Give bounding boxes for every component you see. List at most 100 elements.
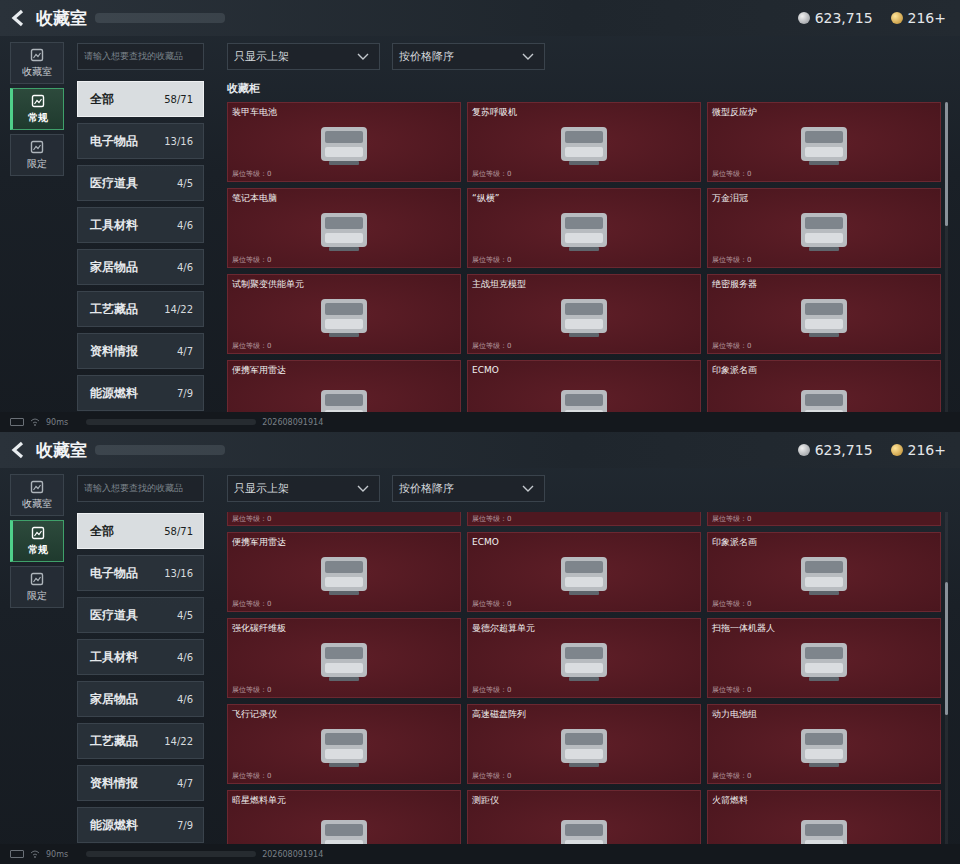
item-card[interactable]: 暗星燃料单元: [227, 790, 461, 844]
category-item[interactable]: 电子物品13/16: [77, 555, 204, 591]
rail-label: 限定: [27, 589, 47, 603]
item-card[interactable]: 展位等级：0: [707, 512, 941, 526]
booth-level: 展位等级：0: [472, 515, 511, 524]
booth-level: 展位等级：0: [472, 170, 696, 179]
item-icon: [789, 551, 859, 597]
rail-item[interactable]: 限定: [10, 134, 64, 176]
category-item[interactable]: 医疗道具4/5: [77, 165, 204, 201]
item-card[interactable]: 便携军用雷达: [227, 360, 461, 412]
timestamp: 202608091914: [262, 418, 323, 427]
tab-icon: [30, 480, 44, 494]
dropdown-label: 按价格降序: [399, 49, 454, 64]
item-card[interactable]: 万金泪冠展位等级：0: [707, 188, 941, 268]
rail-label: 收藏室: [22, 65, 52, 79]
category-label: 能源燃料: [90, 817, 138, 834]
filter-dropdown[interactable]: 只显示上架: [227, 43, 380, 70]
filter-dropdown[interactable]: 按价格降序: [392, 475, 545, 502]
category-item[interactable]: 工艺藏品14/22: [77, 291, 204, 327]
item-name: 绝密服务器: [712, 278, 936, 290]
tab-icon: [30, 48, 44, 62]
scrollbar[interactable]: [945, 102, 948, 412]
tab-icon: [31, 526, 45, 540]
filter-dropdown[interactable]: 只显示上架: [227, 475, 380, 502]
item-card[interactable]: ECMO展位等级：0: [467, 532, 701, 612]
category-item[interactable]: 工具材料4/6: [77, 639, 204, 675]
category-item[interactable]: 资料情报 4/7: [77, 333, 204, 369]
rail-item[interactable]: 收藏室: [10, 474, 64, 516]
scroll-thumb[interactable]: [945, 582, 948, 715]
filter-dropdown[interactable]: 按价格降序: [392, 43, 545, 70]
item-card[interactable]: ECMO: [467, 360, 701, 412]
item-card[interactable]: 试制聚变供能单元展位等级：0: [227, 274, 461, 354]
back-arrow-icon[interactable]: [10, 9, 28, 27]
item-name: 飞行记录仪: [232, 708, 456, 720]
rail-item[interactable]: 收藏室: [10, 42, 64, 84]
category-label: 工具材料: [90, 649, 138, 666]
item-card[interactable]: 扫拖一体机器人展位等级：0: [707, 618, 941, 698]
category-item[interactable]: 家居物品4/6: [77, 249, 204, 285]
category-count: 7/9: [177, 388, 193, 399]
item-card[interactable]: 装甲车电池展位等级：0: [227, 102, 461, 182]
item-card[interactable]: 测距仪: [467, 790, 701, 844]
category-item[interactable]: 工具材料4/6: [77, 207, 204, 243]
scroll-thumb[interactable]: [945, 102, 948, 226]
item-card[interactable]: 印象派名画展位等级：0: [707, 532, 941, 612]
search-field[interactable]: 请输入想要查找的收藏品: [77, 475, 204, 502]
category-item[interactable]: 全部58/71: [77, 513, 204, 549]
page-title: 收藏室: [36, 439, 87, 462]
scrollbar[interactable]: [945, 512, 948, 844]
item-card[interactable]: 展位等级：0: [227, 512, 461, 526]
booth-level: 展位等级：0: [232, 170, 456, 179]
item-name: 微型反应炉: [712, 106, 936, 118]
item-card[interactable]: 笔记本电脑展位等级：0: [227, 188, 461, 268]
booth-level: 展位等级：0: [472, 686, 696, 695]
item-picture: [712, 118, 936, 170]
rail-item[interactable]: 常规: [10, 88, 64, 130]
item-card[interactable]: 主战坦克模型展位等级：0: [467, 274, 701, 354]
category-column: 请输入想要查找的收藏品全部58/71电子物品13/16医疗道具4/5工具材料4/…: [77, 474, 204, 844]
item-icon: [789, 207, 859, 253]
item-card[interactable]: 曼德尔超算单元展位等级：0: [467, 618, 701, 698]
wifi-icon: [30, 850, 40, 858]
category-label: 资料情报: [90, 343, 138, 360]
chevron-down-icon: [522, 53, 534, 61]
item-picture: [472, 634, 696, 686]
rail-item[interactable]: 限定: [10, 566, 64, 608]
category-item[interactable]: 工艺藏品14/22: [77, 723, 204, 759]
category-list: 全部58/71 电子物品13/16 医疗道具4/5 工具材料4/6 家居物品4/6 工艺藏…: [77, 81, 204, 411]
item-card[interactable]: 强化碳纤维板展位等级：0: [227, 618, 461, 698]
rail-item[interactable]: 常规: [10, 520, 64, 562]
item-card[interactable]: 绝密服务器展位等级：0: [707, 274, 941, 354]
id-blur: [86, 851, 256, 857]
item-card[interactable]: 便携军用雷达展位等级：0: [227, 532, 461, 612]
item-card[interactable]: “纵横”展位等级：0: [467, 188, 701, 268]
category-item[interactable]: 电子物品13/16: [77, 123, 204, 159]
category-count: 58/71: [164, 526, 193, 537]
booth-level: 展位等级：0: [712, 342, 936, 351]
item-icon: [789, 814, 859, 845]
category-item[interactable]: 能源燃料7/9: [77, 807, 204, 843]
search-field[interactable]: 请输入想要查找的收藏品: [77, 43, 204, 70]
item-picture: [712, 806, 936, 844]
item-card[interactable]: 微型反应炉展位等级：0: [707, 102, 941, 182]
category-item[interactable]: 资料情报4/7: [77, 765, 204, 801]
category-item[interactable]: 能源燃料7/9: [77, 375, 204, 411]
category-count: 4/7: [177, 346, 193, 357]
back-arrow-icon[interactable]: [10, 441, 28, 459]
category-item[interactable]: 家居物品4/6: [77, 681, 204, 717]
category-count: 4/5: [177, 610, 193, 621]
category-item[interactable]: 全部58/71: [77, 81, 204, 117]
item-card[interactable]: 动力电池组展位等级：0: [707, 704, 941, 784]
item-card[interactable]: 印象派名画: [707, 360, 941, 412]
item-card[interactable]: 高速磁盘阵列展位等级：0: [467, 704, 701, 784]
item-name: 印象派名画: [712, 364, 936, 376]
category-label: 电子物品: [90, 133, 138, 150]
header: 收藏室623,715216+: [0, 432, 960, 468]
item-card[interactable]: 火箭燃料: [707, 790, 941, 844]
item-card[interactable]: 展位等级：0: [467, 512, 701, 526]
item-icon: [549, 723, 619, 769]
category-item[interactable]: 医疗道具4/5: [77, 597, 204, 633]
screen-panel: 收藏室623,715216+收藏室常规限定请输入想要查找的收藏品全部58/71电…: [0, 432, 960, 864]
item-card[interactable]: 复苏呼吸机展位等级：0: [467, 102, 701, 182]
item-card[interactable]: 飞行记录仪展位等级：0: [227, 704, 461, 784]
